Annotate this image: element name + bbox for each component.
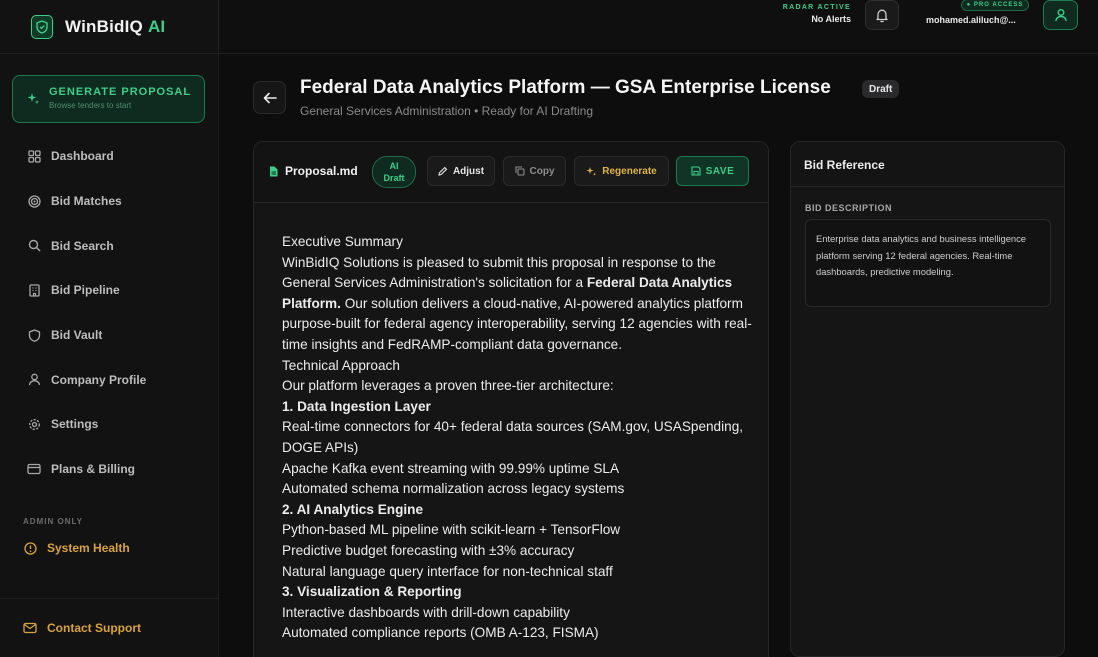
editor-toolbar: Proposal.md AI Draft Adjust Copy Regener…: [254, 142, 768, 203]
radar-status: RADAR ACTIVE No Alerts: [783, 4, 851, 24]
regenerate-button[interactable]: Regenerate: [574, 156, 669, 186]
arrow-left-icon: [263, 92, 277, 104]
brand-ai-suffix: AI: [147, 16, 166, 36]
save-label: SAVE: [705, 165, 735, 177]
adjust-button[interactable]: Adjust: [427, 156, 495, 186]
sidebar-item-label: Bid Matches: [51, 194, 122, 209]
generate-proposal-title: GENERATE PROPOSAL: [49, 86, 192, 98]
tech-approach-intro: Our platform leverages a proven three-ti…: [282, 378, 614, 394]
brand-name-text: WinBidIQ: [65, 16, 143, 36]
proposal-panel: Proposal.md AI Draft Adjust Copy Regener…: [253, 141, 769, 657]
section-3-title: 3. Visualization & Reporting: [282, 584, 462, 600]
contact-support-button[interactable]: Contact Support: [0, 598, 219, 657]
topbar: RADAR ACTIVE No Alerts ● PRO ACCESS moha…: [219, 0, 1098, 54]
exec-text-2: Our solution delivers a cloud-native, AI…: [282, 295, 752, 352]
regenerate-label: Regenerate: [602, 165, 657, 177]
alert-circle-icon: [22, 540, 38, 556]
mail-icon: [22, 620, 38, 636]
grid-icon: [26, 148, 42, 164]
sidebar-item-system-health[interactable]: System Health: [22, 540, 130, 556]
section-3-line-2: Automated compliance reports (OMB A-123,…: [282, 625, 599, 641]
search-icon: [26, 238, 42, 254]
pencil-icon: [438, 166, 448, 176]
user-icon: [1054, 8, 1068, 22]
generate-proposal-button[interactable]: GENERATE PROPOSAL Browse tenders to star…: [12, 75, 205, 123]
brand-name: WinBidIQ AI: [65, 17, 165, 37]
bid-reference-title: Bid Reference: [791, 142, 1064, 187]
status-badge: Draft: [862, 80, 900, 98]
exec-summary-paragraph: WinBidIQ Solutions is pleased to submit …: [282, 253, 752, 356]
sidebar-item-label: Bid Pipeline: [51, 283, 120, 298]
sidebar-item-settings[interactable]: Settings: [0, 402, 219, 447]
exec-summary-heading: Executive Summary: [282, 234, 403, 249]
pro-access-badge: ● PRO ACCESS: [961, 0, 1029, 11]
bid-description-label: BID DESCRIPTION: [805, 203, 893, 213]
page-subtitle: General Services Administration • Ready …: [300, 104, 593, 118]
sidebar-item-bid-matches[interactable]: Bid Matches: [0, 179, 219, 224]
section-1-line-3: Automated schema normalization across le…: [282, 481, 625, 497]
bell-icon: [875, 8, 889, 23]
sidebar-item-label: Dashboard: [51, 149, 114, 164]
adjust-label: Adjust: [452, 165, 485, 177]
copy-label: Copy: [529, 165, 555, 177]
file-name-text: Proposal.md: [285, 164, 358, 178]
radar-active-label: RADAR ACTIVE: [782, 4, 851, 11]
sidebar-nav: Dashboard Bid Matches Bid Search Bid Pip…: [0, 134, 219, 492]
system-health-label: System Health: [47, 541, 130, 555]
section-2-line-3: Natural language query interface for non…: [282, 563, 613, 579]
tech-approach-heading: Technical Approach: [282, 357, 400, 373]
sidebar-item-label: Plans & Billing: [51, 462, 136, 477]
section-2-line-2: Predictive budget forecasting with ±3% a…: [282, 542, 575, 558]
avatar-button[interactable]: [1043, 0, 1078, 30]
section-1-title: 1. Data Ingestion Layer: [282, 398, 431, 414]
copy-icon: [514, 166, 525, 176]
bid-reference-panel: Bid Reference BID DESCRIPTION Enterprise…: [790, 141, 1065, 657]
target-icon: [26, 193, 42, 209]
sidebar-item-label: Bid Vault: [51, 328, 103, 343]
user-icon: [26, 372, 42, 388]
page-title: Federal Data Analytics Platform — GSA En…: [300, 77, 831, 98]
notifications-button[interactable]: [865, 0, 899, 30]
shield-icon: [26, 327, 42, 343]
sidebar-item-label: Bid Search: [51, 238, 114, 253]
sidebar-item-company-profile[interactable]: Company Profile: [0, 357, 219, 402]
radar-alerts-text: No Alerts: [811, 14, 851, 24]
sidebar: WinBidIQ AI GENERATE PROPOSAL Browse tend…: [0, 0, 219, 657]
shield-logo-icon: [31, 14, 53, 39]
brand[interactable]: WinBidIQ AI: [0, 0, 219, 54]
sidebar-item-label: Settings: [51, 417, 99, 432]
ai-badge-line1: AI: [389, 161, 399, 171]
sidebar-item-plans-billing[interactable]: Plans & Billing: [0, 447, 219, 492]
sidebar-item-bid-search[interactable]: Bid Search: [0, 223, 219, 268]
sidebar-item-bid-vault[interactable]: Bid Vault: [0, 313, 219, 358]
bid-description-text: Enterprise data analytics and business i…: [805, 219, 1051, 307]
sparkle-icon: [586, 166, 597, 177]
ai-draft-badge: AI Draft: [372, 156, 416, 188]
sparkle-icon: [27, 92, 40, 105]
sidebar-item-bid-pipeline[interactable]: Bid Pipeline: [0, 268, 219, 313]
user-email[interactable]: mohamed.aliluch@...: [926, 15, 1016, 25]
section-2-line-1: Python-based ML pipeline with scikit-lea…: [282, 522, 621, 538]
generate-proposal-subtitle: Browse tenders to start: [49, 101, 132, 110]
file-name: Proposal.md: [269, 164, 358, 178]
admin-only-label: ADMIN ONLY: [23, 517, 83, 526]
save-button[interactable]: SAVE: [676, 156, 749, 186]
file-icon: [269, 166, 278, 177]
contact-support-label: Contact Support: [47, 621, 141, 635]
section-1-line-2: Apache Kafka event streaming with 99.99%…: [282, 460, 620, 476]
section-1-line-1: Real-time connectors for 40+ federal dat…: [282, 419, 744, 455]
card-icon: [26, 461, 42, 477]
ai-badge-line2: Draft: [383, 173, 405, 183]
sidebar-item-dashboard[interactable]: Dashboard: [0, 134, 219, 179]
sidebar-item-label: Company Profile: [51, 372, 147, 387]
gear-icon: [26, 416, 42, 432]
back-button[interactable]: [253, 81, 286, 114]
building-icon: [26, 282, 42, 298]
section-3-line-1: Interactive dashboards with drill-down c…: [282, 604, 570, 620]
copy-button[interactable]: Copy: [503, 156, 566, 186]
save-icon: [691, 166, 701, 176]
section-2-title: 2. AI Analytics Engine: [282, 501, 424, 517]
proposal-document[interactable]: Executive Summary WinBidIQ Solutions is …: [282, 232, 752, 644]
